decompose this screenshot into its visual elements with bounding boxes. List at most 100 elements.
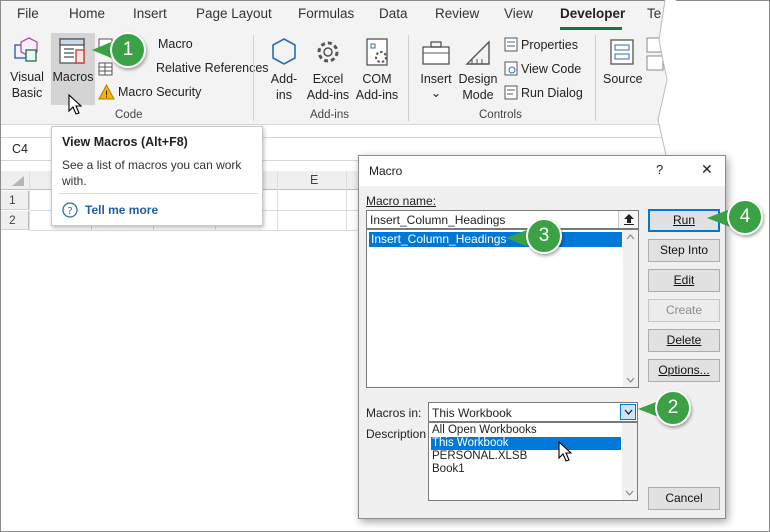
edit-button[interactable]: Edit [648,269,720,292]
tooltip-divider [58,193,258,194]
help-button[interactable]: ? [656,162,663,177]
options-button-label: Options... [658,363,710,377]
row-header-2[interactable]: 2 [1,211,29,230]
run-dialog-icon [504,85,518,100]
row-header-1[interactable]: 1 [1,191,29,210]
excel-addins-label-2[interactable]: Add-ins [301,87,355,103]
addins-label-2[interactable]: ins [263,87,305,103]
addins-icon [272,38,296,65]
visual-basic-label-1: Visual [10,70,44,84]
grid-line [29,171,30,231]
addins-label-1[interactable]: Add- [263,71,305,87]
tab-developer[interactable]: Developer [560,6,625,21]
macros-in-label-text: Macros in: [366,406,422,420]
gear-icon [317,41,339,63]
dialog-title: Macro [369,164,403,178]
run-dialog-label[interactable]: Run Dialog [521,86,583,100]
macro-list[interactable]: Insert_Column_Headings [366,229,639,388]
macro-dialog: Macro ? ✕ Macro name: Insert_Column_Head… [358,155,726,519]
scroll-down-icon[interactable] [625,490,634,496]
relative-references-icon [98,62,113,76]
source-icon [610,39,634,65]
tab-page-layout[interactable]: Page Layout [196,6,272,21]
dropdown-scrollbar[interactable] [622,423,637,500]
grid-line [346,171,347,231]
chevron-down-icon [624,409,633,415]
option-all-open-workbooks[interactable]: All Open Workbooks [431,424,621,437]
scroll-down-icon[interactable] [626,377,635,383]
visual-basic-button[interactable]: Visual Basic [5,33,49,105]
help-circle-icon: ? [62,202,78,218]
delete-button[interactable]: Delete [648,329,720,352]
properties-label[interactable]: Properties [521,38,578,52]
macro-security-label[interactable]: Macro Security [118,85,201,99]
com-addins-label-1[interactable]: COM [352,71,402,87]
macros-tooltip: View Macros (Alt+F8) See a list of macro… [51,126,263,226]
description-label: Description [366,427,427,441]
callout-2: 2 [655,390,691,426]
tab-file[interactable]: File [17,6,39,21]
tab-home[interactable]: Home [69,6,105,21]
select-all-triangle[interactable] [11,175,25,187]
macro-list-item-selected[interactable]: Insert_Column_Headings [369,232,622,247]
tab-data[interactable]: Data [379,6,408,21]
step-into-button[interactable]: Step Into [648,239,720,262]
macros-in-value: This Workbook [432,406,512,420]
create-button-label: Create [665,303,703,317]
macros-icon [59,38,85,64]
column-header-e[interactable]: E [310,173,318,187]
arrow-up-icon [623,214,634,225]
ribbon: File Home Insert Page Layout Formulas Da… [1,1,665,125]
com-addins-icon [366,38,388,66]
close-icon[interactable]: ✕ [701,161,713,178]
cancel-button[interactable]: Cancel [648,487,720,510]
name-box[interactable]: C4 [12,142,28,156]
macro-name-upload-button[interactable] [618,211,638,228]
tab-view[interactable]: View [504,6,533,21]
tooltip-description: See a list of macros you can work with. [62,158,242,188]
tab-formulas[interactable]: Formulas [298,6,354,21]
cancel-button-label: Cancel [665,491,703,505]
macros-in-dropdown-list[interactable]: All Open Workbooks This Workbook PERSONA… [428,422,638,501]
group-label-controls: Controls [479,109,522,121]
tab-insert[interactable]: Insert [133,6,167,21]
view-code-label[interactable]: View Code [521,62,581,76]
macros-in-dropdown-button[interactable] [620,404,636,420]
svg-text:!: ! [104,90,108,101]
toolbox-icon [422,41,450,65]
callout-1: 1 [110,32,146,68]
active-tab-indicator [560,27,622,30]
tab-review[interactable]: Review [435,6,479,21]
option-this-workbook[interactable]: This Workbook [431,437,621,450]
options-button[interactable]: Options... [648,359,720,382]
macros-in-label: Macros in: [366,406,421,420]
com-addins-label-2[interactable]: Add-ins [352,87,402,103]
scroll-up-icon[interactable] [626,234,635,240]
relative-references-label[interactable]: Relative References [156,61,269,75]
dialog-titlebar: Macro ? ✕ [359,156,725,186]
visual-basic-icon [14,37,38,62]
macro-name-input[interactable]: Insert_Column_Headings [366,210,639,229]
macros-in-select[interactable]: This Workbook [428,402,638,422]
option-book1[interactable]: Book1 [431,463,621,476]
mouse-cursor-icon [68,94,83,115]
record-macro-label[interactable]: Macro [158,37,193,51]
tell-me-more-link[interactable]: Tell me more [85,203,158,217]
macro-list-scrollbar[interactable] [623,230,638,387]
svg-text:?: ? [67,206,72,217]
grid-line [29,230,359,231]
design-mode-label-1[interactable]: Design [456,71,500,87]
mouse-cursor-icon [558,441,573,462]
callout-4: 4 [727,199,763,235]
design-mode-icon [465,40,490,65]
group-label-code: Code [115,109,143,121]
chevron-down-icon: ⌄ [430,86,442,100]
excel-addins-label-1[interactable]: Excel [301,71,355,87]
macro-name-value: Insert_Column_Headings [370,213,506,227]
macros-label: Macros [52,70,94,84]
create-button[interactable]: Create [648,299,720,322]
design-mode-label-2[interactable]: Mode [456,87,500,103]
option-personal-xlsb[interactable]: PERSONAL.XLSB [431,450,621,463]
group-label-addins: Add-ins [310,109,349,121]
ribbon-separator [408,35,409,121]
